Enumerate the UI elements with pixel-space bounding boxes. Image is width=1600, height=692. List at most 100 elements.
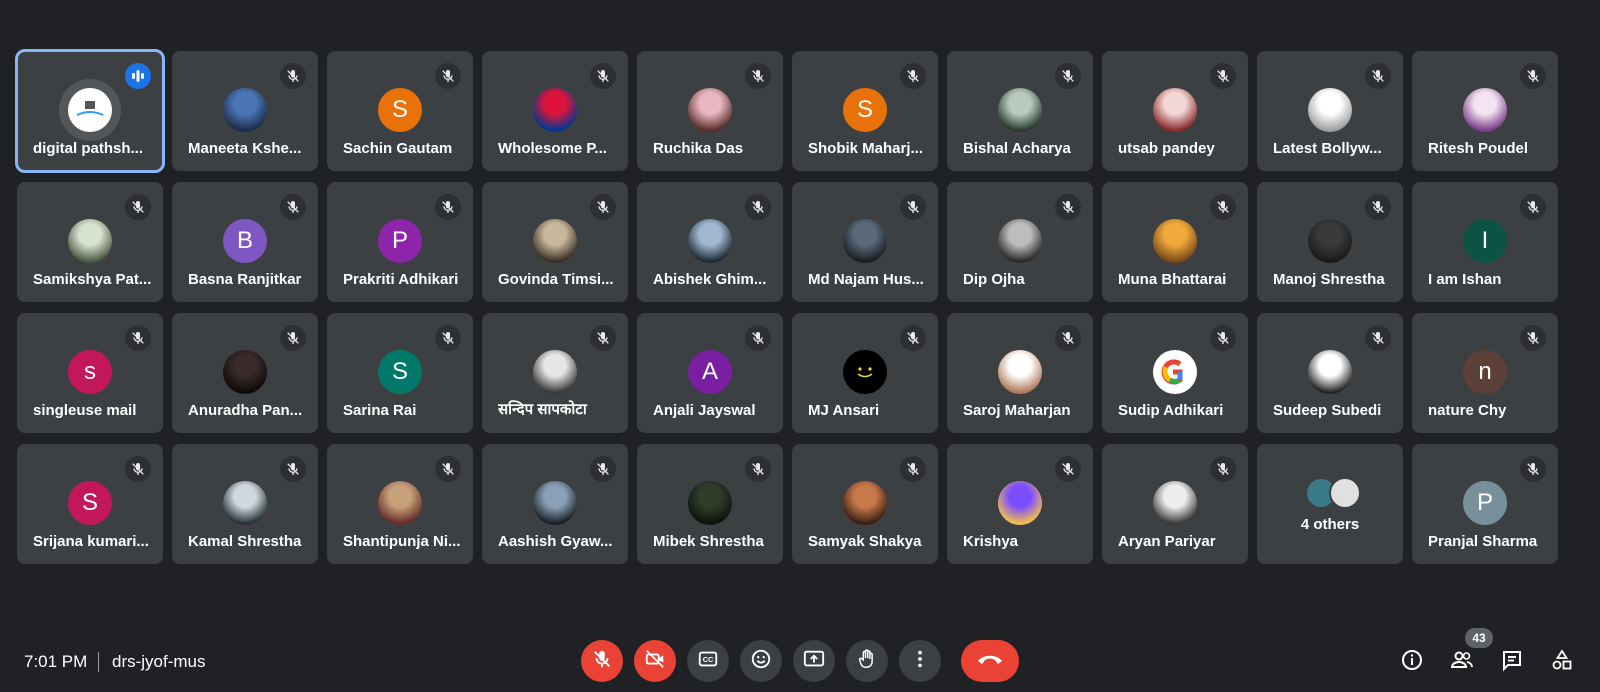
participant-tile[interactable]: Aryan Pariyar bbox=[1102, 444, 1248, 564]
participant-name: Sarina Rai bbox=[343, 402, 417, 419]
avatar bbox=[843, 219, 887, 263]
avatar: B bbox=[223, 219, 267, 263]
participant-tile[interactable]: Kamal Shrestha bbox=[172, 444, 318, 564]
mic-off-icon bbox=[1055, 63, 1081, 89]
avatar bbox=[1308, 88, 1352, 132]
participant-tile[interactable]: Saroj Maharjan bbox=[947, 313, 1093, 433]
chat-button[interactable] bbox=[1498, 648, 1526, 676]
participant-tile[interactable]: B Basna Ranjitkar bbox=[172, 182, 318, 302]
participant-tile[interactable]: Abishek Ghim... bbox=[637, 182, 783, 302]
mic-off-icon bbox=[280, 325, 306, 351]
participant-tile[interactable]: P Pranjal Sharma bbox=[1412, 444, 1558, 564]
divider bbox=[98, 652, 99, 672]
avatar: S bbox=[378, 350, 422, 394]
participant-tile[interactable]: Maneeta Kshe... bbox=[172, 51, 318, 171]
participant-tile[interactable]: S Shobik Maharj... bbox=[792, 51, 938, 171]
avatar bbox=[1308, 350, 1352, 394]
avatar: S bbox=[68, 481, 112, 525]
more-options-button[interactable] bbox=[899, 640, 941, 682]
participant-name: Wholesome P... bbox=[498, 140, 607, 157]
present-screen-icon bbox=[803, 648, 825, 675]
participant-tile[interactable]: Sudeep Subedi bbox=[1257, 313, 1403, 433]
avatar bbox=[1308, 219, 1352, 263]
participant-tile[interactable]: Krishya bbox=[947, 444, 1093, 564]
participant-tile[interactable]: Samikshya Pat... bbox=[17, 182, 163, 302]
participant-tile[interactable]: Govinda Timsi... bbox=[482, 182, 628, 302]
participant-name: Maneeta Kshe... bbox=[188, 140, 302, 157]
participant-tile[interactable]: Manoj Shrestha bbox=[1257, 182, 1403, 302]
mic-off-icon bbox=[125, 194, 151, 220]
participant-tile[interactable]: Aashish Gyaw... bbox=[482, 444, 628, 564]
mic-off-icon bbox=[435, 194, 461, 220]
mic-off-icon bbox=[745, 63, 771, 89]
participant-name: Mibek Shrestha bbox=[653, 533, 764, 550]
speaking-indicator-icon bbox=[125, 63, 151, 89]
participant-tile[interactable]: digital pathsh... bbox=[15, 49, 165, 173]
mic-off-icon bbox=[590, 325, 616, 351]
avatar bbox=[688, 219, 732, 263]
participant-tile[interactable]: s singleuse mail bbox=[17, 313, 163, 433]
participant-tile[interactable]: Sudip Adhikari bbox=[1102, 313, 1248, 433]
people-button[interactable] bbox=[1448, 648, 1476, 676]
leave-call-button[interactable] bbox=[961, 640, 1019, 682]
participant-name: Manoj Shrestha bbox=[1273, 271, 1385, 288]
mic-off-icon bbox=[1365, 194, 1391, 220]
captions-button[interactable]: CC bbox=[687, 640, 729, 682]
camera-toggle-button[interactable] bbox=[634, 640, 676, 682]
avatar bbox=[998, 219, 1042, 263]
activities-button[interactable] bbox=[1548, 648, 1576, 676]
participant-tile[interactable]: A Anjali Jayswal bbox=[637, 313, 783, 433]
participant-tile[interactable]: Dip Ojha bbox=[947, 182, 1093, 302]
participant-tile[interactable]: Latest Bollyw... bbox=[1257, 51, 1403, 171]
participant-tile[interactable]: n nature Chy bbox=[1412, 313, 1558, 433]
present-button[interactable] bbox=[793, 640, 835, 682]
mic-toggle-button[interactable] bbox=[581, 640, 623, 682]
participant-tile[interactable]: Wholesome P... bbox=[482, 51, 628, 171]
mic-off-icon bbox=[280, 63, 306, 89]
others-tile[interactable]: 4 others bbox=[1257, 444, 1403, 564]
mic-off-icon bbox=[1055, 456, 1081, 482]
participant-name: सन्दिप सापकोटा bbox=[498, 401, 587, 418]
participant-tile[interactable]: सन्दिप सापकोटा bbox=[482, 313, 628, 433]
hand-icon bbox=[856, 648, 878, 675]
more-vert-icon bbox=[909, 648, 931, 675]
activities-icon bbox=[1550, 648, 1574, 677]
mic-off-icon bbox=[1520, 194, 1546, 220]
mic-off-icon bbox=[745, 456, 771, 482]
participant-tile[interactable]: Samyak Shakya bbox=[792, 444, 938, 564]
participant-name: Kamal Shrestha bbox=[188, 533, 302, 550]
participant-tile[interactable]: Bishal Acharya bbox=[947, 51, 1093, 171]
participant-tile[interactable]: S Sachin Gautam bbox=[327, 51, 473, 171]
avatar: S bbox=[843, 88, 887, 132]
participant-tile[interactable]: P Prakriti Adhikari bbox=[327, 182, 473, 302]
participant-tile[interactable]: S Srijana kumari... bbox=[17, 444, 163, 564]
people-icon bbox=[1450, 648, 1474, 677]
participant-tile[interactable]: Anuradha Pan... bbox=[172, 313, 318, 433]
participant-name: singleuse mail bbox=[33, 402, 137, 419]
participant-name: MJ Ansari bbox=[808, 402, 880, 419]
participant-tile[interactable]: Mibek Shrestha bbox=[637, 444, 783, 564]
participant-tile[interactable]: utsab pandey bbox=[1102, 51, 1248, 171]
reactions-button[interactable] bbox=[740, 640, 782, 682]
mic-off-icon bbox=[591, 648, 613, 675]
avatar bbox=[378, 481, 422, 525]
avatar bbox=[223, 481, 267, 525]
raise-hand-button[interactable] bbox=[846, 640, 888, 682]
participant-tile[interactable]: Ruchika Das bbox=[637, 51, 783, 171]
participant-tile[interactable]: I I am Ishan bbox=[1412, 182, 1558, 302]
participant-name: Srijana kumari... bbox=[33, 533, 149, 550]
meeting-code: drs-jyof-mus bbox=[112, 652, 206, 671]
mic-off-icon bbox=[900, 63, 926, 89]
participant-name: Pranjal Sharma bbox=[1428, 533, 1538, 550]
participant-tile[interactable]: Shantipunja Ni... bbox=[327, 444, 473, 564]
meeting-details-button[interactable] bbox=[1398, 648, 1426, 676]
participant-tile[interactable]: Ritesh Poudel bbox=[1412, 51, 1558, 171]
participant-name: Shantipunja Ni... bbox=[343, 533, 461, 550]
participant-tile[interactable]: S Sarina Rai bbox=[327, 313, 473, 433]
avatar: P bbox=[1463, 481, 1507, 525]
participant-tile[interactable]: MJ Ansari bbox=[792, 313, 938, 433]
avatar bbox=[998, 481, 1042, 525]
participant-name: Basna Ranjitkar bbox=[188, 271, 302, 288]
participant-tile[interactable]: Muna Bhattarai bbox=[1102, 182, 1248, 302]
participant-tile[interactable]: Md Najam Hus... bbox=[792, 182, 938, 302]
